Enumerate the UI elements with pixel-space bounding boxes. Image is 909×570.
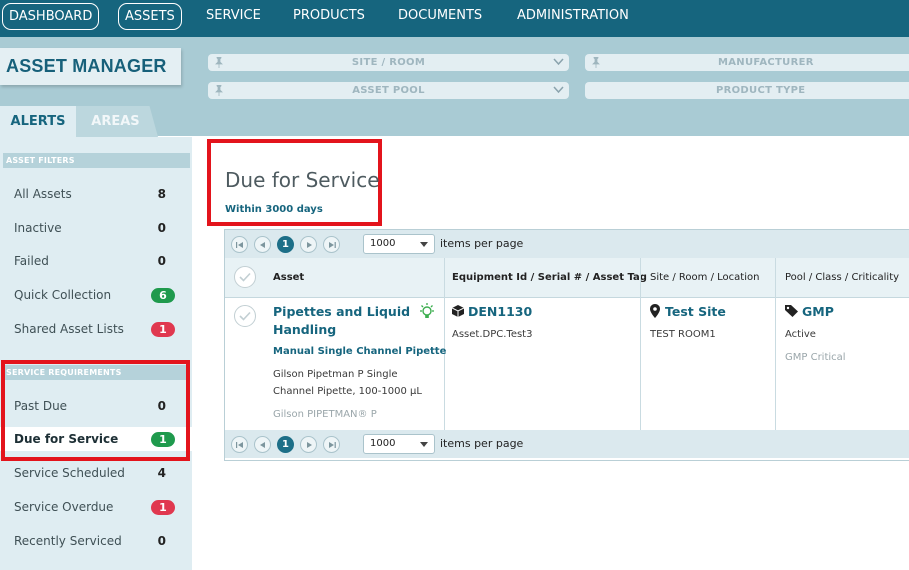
select-all-checkbox[interactable] bbox=[234, 266, 256, 288]
column-divider bbox=[444, 258, 445, 430]
asset-type: Manual Single Channel Pipette bbox=[273, 346, 447, 357]
map-pin-icon bbox=[650, 304, 660, 318]
next-page-icon bbox=[307, 442, 312, 448]
row-checkbox[interactable] bbox=[234, 305, 256, 327]
items-per-page-label: items per page bbox=[440, 437, 524, 450]
current-page-button[interactable]: 1 bbox=[277, 236, 294, 253]
sidebar-item-label: All Assets bbox=[14, 187, 72, 201]
column-divider bbox=[640, 258, 641, 430]
count-badge: 6 bbox=[151, 288, 175, 303]
page-title: Due for Service bbox=[225, 168, 380, 192]
first-page-button[interactable] bbox=[231, 436, 248, 453]
next-page-button[interactable] bbox=[300, 436, 317, 453]
prev-page-button[interactable] bbox=[254, 436, 271, 453]
lightbulb-icon bbox=[420, 303, 434, 318]
sidebar-item-count: 0 bbox=[157, 534, 166, 548]
sidebar-item-quick-collection[interactable]: Quick Collection 6 bbox=[0, 283, 192, 307]
pager-top: 1 1000 items per page bbox=[225, 230, 909, 258]
sidebar-item-label: Quick Collection bbox=[14, 288, 112, 302]
items-per-page-label: items per page bbox=[440, 237, 524, 250]
asset-filters-heading: ASSET FILTERS bbox=[3, 153, 190, 168]
last-page-icon bbox=[329, 442, 336, 448]
count-badge: 1 bbox=[151, 500, 175, 515]
sidebar-item-label: Recently Serviced bbox=[14, 534, 122, 548]
column-header-site[interactable]: Site / Room / Location bbox=[650, 258, 759, 298]
equipment-id-link[interactable]: DEN1130 bbox=[468, 303, 532, 321]
sidebar-item-count: 0 bbox=[157, 221, 166, 235]
sidebar-item-service-overdue[interactable]: Service Overdue 1 bbox=[0, 495, 192, 519]
asset-manufacturer: Gilson PIPETMAN® P bbox=[273, 409, 377, 420]
pager-bottom: 1 1000 items per page bbox=[225, 430, 909, 458]
count-badge: 1 bbox=[151, 322, 175, 337]
first-page-button[interactable] bbox=[231, 236, 248, 253]
site-link[interactable]: Test Site bbox=[665, 303, 726, 321]
sidebar-item-failed[interactable]: Failed 0 bbox=[0, 249, 192, 273]
page-size-select[interactable]: 1000 bbox=[363, 434, 435, 454]
sidebar-item-label: Shared Asset Lists bbox=[14, 322, 124, 336]
sidebar: ASSET FILTERS All Assets 8 Inactive 0 Fa… bbox=[0, 137, 192, 570]
check-icon bbox=[239, 272, 251, 282]
asset-description: Gilson Pipetman P Single Channel Pipette… bbox=[273, 369, 422, 397]
column-header-asset[interactable]: Asset bbox=[273, 258, 304, 298]
asset-name-link[interactable]: Pipettes and Liquid Handling bbox=[273, 303, 418, 339]
sidebar-item-label: Service Scheduled bbox=[14, 466, 125, 480]
sidebar-item-label: Inactive bbox=[14, 221, 62, 235]
caret-down-icon bbox=[420, 242, 428, 247]
first-page-icon bbox=[236, 442, 243, 448]
equipment-tag: Asset.DPC.Test3 bbox=[452, 329, 533, 340]
grid-header: Asset Equipment Id / Serial # / Asset Ta… bbox=[225, 258, 909, 298]
page-size-select[interactable]: 1000 bbox=[363, 234, 435, 254]
check-icon bbox=[239, 311, 251, 321]
last-page-button[interactable] bbox=[323, 436, 340, 453]
first-page-icon bbox=[236, 242, 243, 248]
sidebar-item-label: Service Overdue bbox=[14, 500, 114, 514]
column-divider bbox=[775, 258, 776, 430]
last-page-button[interactable] bbox=[323, 236, 340, 253]
sidebar-item-shared-asset-lists[interactable]: Shared Asset Lists 1 bbox=[0, 317, 192, 341]
prev-page-icon bbox=[260, 242, 265, 248]
sidebar-item-count: 8 bbox=[157, 187, 166, 201]
last-page-icon bbox=[329, 242, 336, 248]
column-header-equipment[interactable]: Equipment Id / Serial # / Asset Tag bbox=[452, 258, 647, 298]
page-size-value: 1000 bbox=[370, 438, 396, 449]
sidebar-item-label: Failed bbox=[14, 254, 49, 268]
current-page-button[interactable]: 1 bbox=[277, 436, 294, 453]
tag-icon bbox=[785, 305, 798, 317]
room-text: TEST ROOM1 bbox=[650, 329, 716, 340]
sidebar-item-service-scheduled[interactable]: Service Scheduled 4 bbox=[0, 461, 192, 485]
sidebar-item-all-assets[interactable]: All Assets 8 bbox=[0, 182, 192, 206]
next-page-icon bbox=[307, 242, 312, 248]
next-page-button[interactable] bbox=[300, 236, 317, 253]
criticality-text: GMP Critical bbox=[785, 352, 846, 363]
page-size-value: 1000 bbox=[370, 238, 396, 249]
sidebar-item-count: 0 bbox=[157, 254, 166, 268]
sidebar-item-inactive[interactable]: Inactive 0 bbox=[0, 216, 192, 240]
caret-down-icon bbox=[420, 442, 428, 447]
sidebar-item-recently-serviced[interactable]: Recently Serviced 0 bbox=[0, 529, 192, 553]
asset-grid: 1 1000 items per page Asset Equipment Id… bbox=[224, 229, 909, 461]
pool-link[interactable]: GMP bbox=[802, 303, 834, 321]
prev-page-button[interactable] bbox=[254, 236, 271, 253]
cube-icon bbox=[452, 305, 464, 317]
status-text: Active bbox=[785, 329, 816, 340]
highlight-box-sidebar bbox=[1, 360, 190, 461]
column-header-pool[interactable]: Pool / Class / Criticality bbox=[785, 258, 899, 298]
sidebar-item-count: 4 bbox=[157, 466, 166, 480]
page-subtitle: Within 3000 days bbox=[225, 204, 323, 215]
prev-page-icon bbox=[260, 442, 265, 448]
